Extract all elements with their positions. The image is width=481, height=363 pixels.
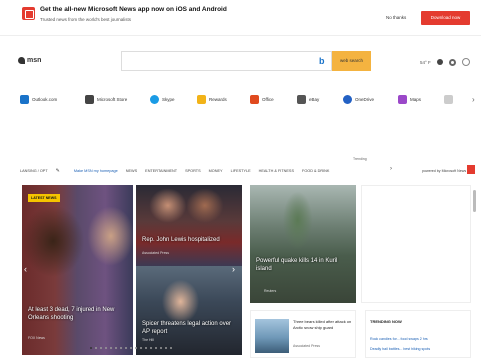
- bears-source: Associated Press: [293, 344, 321, 348]
- nav-chevron-right-icon[interactable]: ›: [390, 166, 392, 172]
- quicklink-label: Office: [262, 96, 274, 102]
- trending-row[interactable]: Deadly hail battles... best hiking spots: [370, 347, 430, 351]
- hero-main-story[interactable]: LATEST NEWS At least 3 dead, 7 injured i…: [22, 185, 133, 355]
- profile-icon[interactable]: [461, 58, 470, 66]
- settings-gear-icon[interactable]: [448, 58, 456, 66]
- chevron-right-icon[interactable]: ›: [472, 95, 475, 104]
- location-pin-icon[interactable]: [436, 59, 443, 65]
- hero-story-top[interactable]: Rep. John Lewis hospitalized Associated …: [136, 185, 242, 267]
- quicklink-label: Outlook.com: [32, 96, 58, 102]
- quicklink-microsoft-store[interactable]: Microsoft Store: [85, 93, 127, 105]
- story-card-quake[interactable]: Powerful quake kills 14 in Kuril island …: [250, 185, 356, 303]
- download-now-button[interactable]: Download now: [421, 11, 470, 25]
- office-icon: [250, 94, 259, 104]
- quicklink-label: Maps: [410, 96, 422, 102]
- msn-bird-icon: [18, 57, 25, 64]
- hero-top-caption[interactable]: Rep. John Lewis hospitalized: [142, 236, 238, 244]
- outlook-icon: [20, 94, 29, 104]
- nav-item-food-drink[interactable]: FOOD & DRINK: [302, 169, 329, 173]
- promo-title: Get the all-new Microsoft News app now o…: [40, 6, 227, 13]
- carousel-dots[interactable]: [90, 347, 172, 349]
- quake-caption[interactable]: Powerful quake kills 14 in Kuril island: [256, 257, 352, 273]
- nav-item-money[interactable]: MONEY: [209, 169, 223, 173]
- more-apps-icon: [444, 94, 453, 104]
- nav-item-news[interactable]: NEWS: [126, 169, 137, 173]
- scrollbar-thumb[interactable]: [473, 190, 476, 212]
- maps-icon: [398, 94, 407, 104]
- hero-story-bottom[interactable]: Spicer threatens legal action over AP re…: [136, 266, 242, 355]
- latest-news-badge: LATEST NEWS: [28, 194, 60, 202]
- nav-bar: LANSING / OPT ✎ Make MSN my homepage NEW…: [20, 166, 337, 176]
- quicklink-label: OneDrive: [355, 96, 375, 102]
- bears-title[interactable]: Three bears killed after attack on Arcti…: [293, 319, 355, 330]
- story-card-bears[interactable]: Three bears killed after attack on Arcti…: [250, 310, 356, 358]
- bing-icon: b: [319, 56, 325, 66]
- nav-item-health-fitness[interactable]: HEALTH & FITNESS: [259, 169, 294, 173]
- hero-main-caption[interactable]: At least 3 dead, 7 injured in New Orlean…: [28, 306, 129, 322]
- msn-logo[interactable]: msn: [18, 57, 41, 64]
- nav-item-sports[interactable]: SPORTS: [185, 169, 201, 173]
- trending-label: Trending: [353, 157, 367, 161]
- hero-main-photo: [22, 185, 133, 355]
- quicklink-skype[interactable]: Skype: [150, 93, 175, 105]
- quicklink-label: Microsoft Store: [97, 96, 128, 102]
- hero-bottom-source: The Hill: [142, 338, 154, 342]
- quicklink-outlook[interactable]: Outlook.com: [20, 93, 57, 105]
- edit-pencil-icon[interactable]: ✎: [56, 168, 60, 174]
- carousel-prev-icon[interactable]: ‹: [24, 264, 27, 274]
- make-homepage-link[interactable]: Make MSN my homepage: [74, 169, 118, 173]
- nav-item-lifestyle[interactable]: LIFESTYLE: [231, 169, 251, 173]
- trending-now-header: TRENDING NOW: [370, 319, 402, 324]
- quicklink-ebay[interactable]: eBay: [297, 93, 319, 105]
- hero-top-source: Associated Press: [142, 251, 170, 255]
- feedback-button[interactable]: [467, 165, 475, 174]
- promo-subtitle: Trusted news from the world's best journ…: [40, 17, 131, 22]
- trending-now-panel: TRENDING NOW Rock candies for... food sw…: [365, 310, 471, 358]
- carousel-next-icon[interactable]: ›: [232, 264, 235, 274]
- microsoft-news-app-icon: [22, 7, 35, 20]
- quicklink-label: Rewards: [209, 96, 227, 102]
- powered-by: powered by Microsoft News: [422, 169, 467, 173]
- logo-text: msn: [27, 57, 42, 64]
- search-input[interactable]: b: [121, 51, 332, 71]
- quicklink-office[interactable]: Office: [250, 93, 274, 105]
- nav-item-entertainment[interactable]: ENTERTAINMENT: [145, 169, 177, 173]
- bears-thumbnail: [255, 319, 289, 353]
- weather-temp[interactable]: 54° F: [420, 60, 431, 65]
- header-right: 54° F: [420, 58, 470, 66]
- quake-photo: [250, 185, 356, 303]
- skype-icon: [150, 94, 159, 104]
- hero-main-source: FOX News: [28, 336, 45, 340]
- ad-card-placeholder: [361, 185, 471, 303]
- no-thanks-link[interactable]: No thanks: [386, 15, 406, 20]
- web-search-button[interactable]: web search: [332, 51, 371, 71]
- promo-banner: Get the all-new Microsoft News app now o…: [0, 0, 481, 36]
- quicklink-maps[interactable]: Maps: [398, 93, 421, 105]
- quicklink-onedrive[interactable]: OneDrive: [343, 93, 374, 105]
- quicklink-label: Skype: [162, 96, 175, 102]
- location-selector[interactable]: LANSING / OPT: [20, 169, 48, 173]
- store-icon: [85, 94, 94, 104]
- quicklink-rewards[interactable]: Rewards: [197, 93, 227, 105]
- trending-row[interactable]: Rock candies for... food swaps 2 hrs: [370, 337, 428, 341]
- quicklink-label: eBay: [309, 96, 320, 102]
- onedrive-icon: [343, 94, 352, 104]
- hero-bottom-caption[interactable]: Spicer threatens legal action over AP re…: [142, 320, 238, 336]
- quicklink-more[interactable]: [444, 93, 453, 105]
- quake-source: Reuters: [264, 289, 277, 293]
- rewards-icon: [197, 94, 206, 104]
- ebay-icon: [297, 94, 306, 104]
